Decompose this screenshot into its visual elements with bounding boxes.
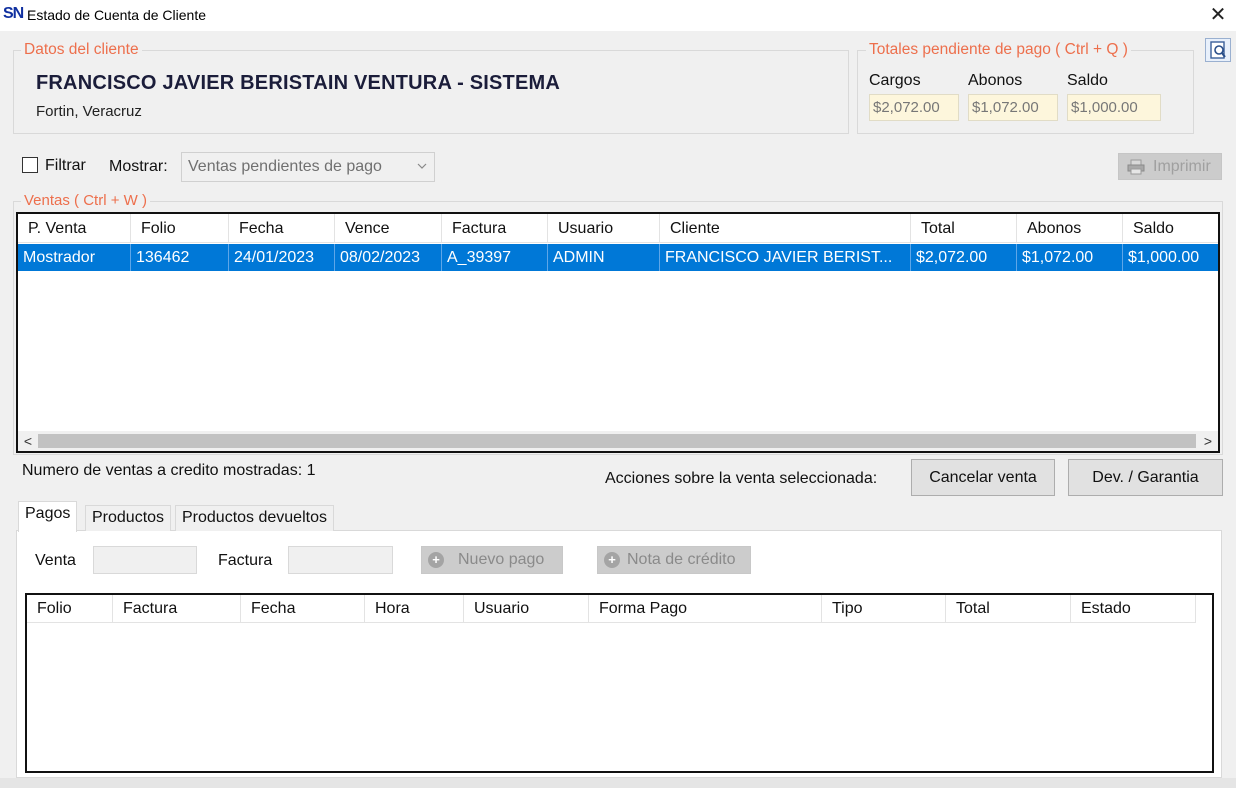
cancel-sale-button[interactable]: Cancelar venta	[911, 459, 1055, 496]
show-select[interactable]: Ventas pendientes de pago	[181, 152, 435, 182]
cell-fecha: 24/01/2023	[229, 244, 335, 271]
window-title: Estado de Cuenta de Cliente	[27, 7, 207, 23]
bottom-strip	[0, 778, 1236, 788]
search-document-button[interactable]	[1205, 38, 1231, 62]
venta-field[interactable]	[93, 546, 197, 574]
saldo-label: Saldo	[1067, 72, 1108, 89]
col-hora[interactable]: Hora	[365, 595, 464, 623]
client-legend: Datos del cliente	[21, 41, 142, 59]
filter-checkbox[interactable]	[22, 157, 38, 173]
print-label: Imprimir	[1153, 158, 1211, 175]
table-row[interactable]: Mostrador 136462 24/01/2023 08/02/2023 A…	[18, 244, 1218, 271]
cell-factura: A_39397	[442, 244, 548, 271]
factura-label: Factura	[218, 552, 273, 569]
venta-label: Venta	[35, 552, 76, 569]
client-location: Fortin, Veracruz	[36, 103, 142, 120]
tab-pagos-label: Pagos	[25, 505, 71, 522]
cell-total: $2,072.00	[911, 244, 1017, 271]
tab-pagos[interactable]: Pagos	[18, 501, 78, 532]
col-total[interactable]: Total	[911, 214, 1017, 243]
plus-circle-icon: +	[428, 552, 444, 568]
col-fecha[interactable]: Fecha	[241, 595, 365, 623]
col-fecha[interactable]: Fecha	[229, 214, 335, 243]
actions-label: Acciones sobre la venta seleccionada:	[605, 470, 878, 487]
cell-saldo: $1,000.00	[1128, 249, 1200, 266]
col-folio[interactable]: Folio	[131, 214, 229, 243]
ventas-table-header: P. Venta Folio Fecha Vence Factura Usuar…	[18, 214, 1218, 243]
cell-abonos: $1,072.00	[1017, 244, 1123, 271]
col-p-venta[interactable]: P. Venta	[18, 214, 131, 243]
ventas-table[interactable]: P. Venta Folio Fecha Vence Factura Usuar…	[16, 212, 1220, 453]
cargos-field: $2,072.00	[869, 94, 959, 121]
print-button[interactable]: Imprimir	[1118, 153, 1222, 180]
client-name: FRANCISCO JAVIER BERISTAIN VENTURA - SIS…	[36, 72, 561, 94]
tab-productos[interactable]: Productos	[85, 505, 172, 531]
scrollbar-thumb[interactable]	[38, 434, 1196, 448]
return-warranty-label: Dev. / Garantia	[1092, 469, 1199, 486]
abonos-label: Abonos	[968, 72, 1023, 89]
ventas-legend: Ventas ( Ctrl + W )	[21, 192, 150, 209]
factura-field[interactable]	[288, 546, 393, 574]
totals-legend: Totales pendiente de pago ( Ctrl + Q )	[866, 41, 1131, 59]
col-tipo[interactable]: Tipo	[822, 595, 946, 623]
show-label: Mostrar:	[109, 158, 168, 175]
title-bar: SN Estado de Cuenta de Cliente ✕	[0, 0, 1236, 31]
cell-p-venta: Mostrador	[18, 244, 131, 271]
payments-table[interactable]: Folio Factura Fecha Hora Usuario Forma P…	[25, 593, 1214, 773]
new-payment-button[interactable]: + Nuevo pago	[421, 546, 563, 574]
printer-icon	[1127, 159, 1145, 175]
col-forma-pago[interactable]: Forma Pago	[589, 595, 822, 623]
col-total[interactable]: Total	[946, 595, 1071, 623]
col-factura[interactable]: Factura	[442, 214, 548, 243]
col-factura[interactable]: Factura	[113, 595, 241, 623]
col-saldo[interactable]: Saldo	[1123, 214, 1218, 243]
col-usuario[interactable]: Usuario	[548, 214, 660, 243]
cell-vence: 08/02/2023	[335, 244, 442, 271]
credit-note-button[interactable]: + Nota de crédito	[597, 546, 751, 574]
col-abonos[interactable]: Abonos	[1017, 214, 1123, 243]
filter-label: Filtrar	[45, 157, 86, 174]
return-warranty-button[interactable]: Dev. / Garantia	[1068, 459, 1223, 496]
scroll-right-icon[interactable]: >	[1198, 431, 1218, 451]
tab-productos-label: Productos	[92, 509, 165, 526]
tab-productos-devueltos-label: Productos devueltos	[182, 509, 327, 526]
abonos-field: $1,072.00	[968, 94, 1058, 121]
close-icon[interactable]: ✕	[1209, 4, 1227, 26]
new-payment-label: Nuevo pago	[458, 551, 545, 568]
app-logo: SN	[3, 5, 24, 22]
col-estado[interactable]: Estado	[1071, 595, 1196, 623]
credit-note-label: Nota de crédito	[627, 551, 736, 568]
saldo-field: $1,000.00	[1067, 94, 1161, 121]
chevron-down-icon	[416, 160, 428, 172]
scroll-left-icon[interactable]: <	[18, 431, 38, 451]
col-cliente[interactable]: Cliente	[660, 214, 911, 243]
plus-circle-icon: +	[604, 552, 620, 568]
col-vence[interactable]: Vence	[335, 214, 442, 243]
search-document-icon	[1210, 41, 1226, 59]
cell-cliente: FRANCISCO JAVIER BERIST...	[660, 244, 911, 271]
cell-folio: 136462	[131, 244, 229, 271]
show-select-value: Ventas pendientes de pago	[188, 158, 382, 175]
ventas-count: Numero de ventas a credito mostradas: 1	[22, 462, 316, 479]
cargos-label: Cargos	[869, 72, 921, 89]
tab-productos-devueltos[interactable]: Productos devueltos	[175, 505, 334, 531]
cell-usuario: ADMIN	[548, 244, 660, 271]
col-folio[interactable]: Folio	[27, 595, 113, 623]
totals-group	[857, 50, 1194, 134]
cancel-sale-label: Cancelar venta	[929, 469, 1037, 486]
horizontal-scrollbar[interactable]: < >	[18, 431, 1218, 451]
col-usuario[interactable]: Usuario	[464, 595, 589, 623]
